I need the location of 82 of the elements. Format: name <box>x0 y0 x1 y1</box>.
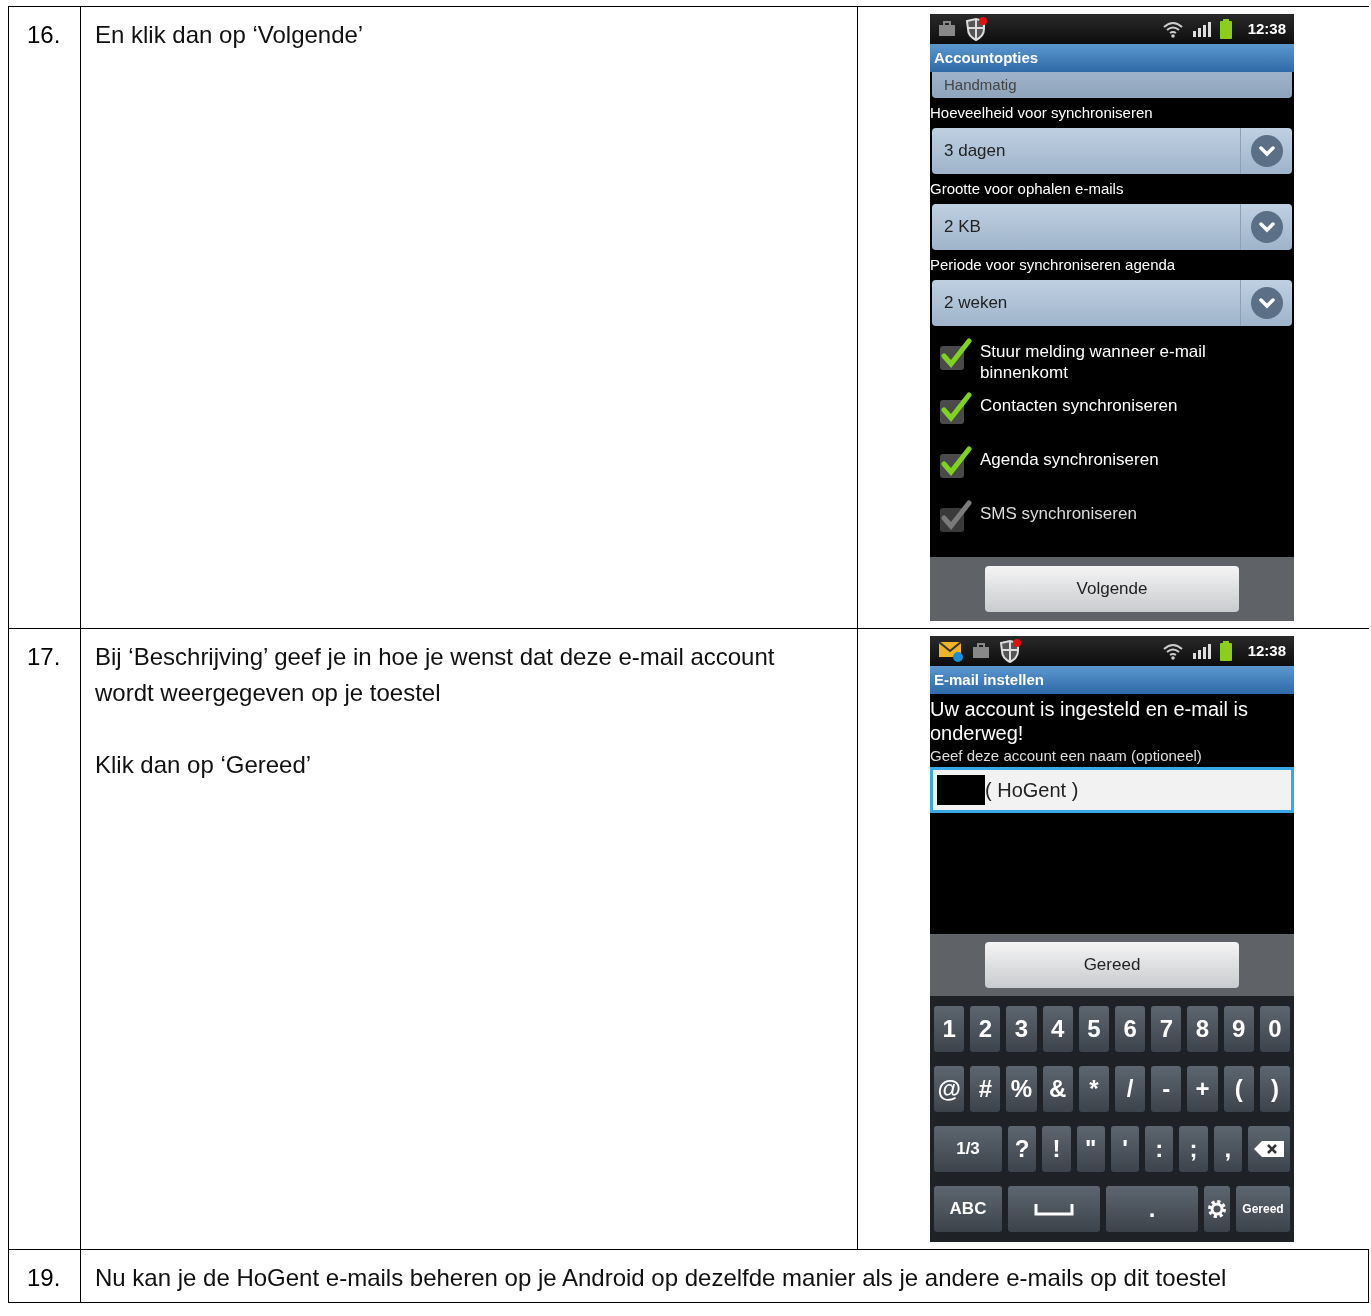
briefcase-icon <box>972 643 990 659</box>
screen-title: E-mail instellen <box>930 666 1294 694</box>
checkbox[interactable] <box>938 392 972 426</box>
setting-label: Grootte voor ophalen e-mails <box>930 179 1125 199</box>
step-number: 16. <box>27 21 61 48</box>
keyboard-key[interactable]: 8 <box>1187 1006 1218 1052</box>
checkbox[interactable] <box>938 338 972 372</box>
keyboard-key[interactable]: : <box>1145 1126 1174 1172</box>
backspace-key[interactable] <box>1247 1126 1290 1172</box>
step-number: 19. <box>27 1264 61 1291</box>
checkbox-label: Contacten synchroniseren <box>980 395 1178 416</box>
shield-icon <box>998 639 1022 663</box>
chevron-down-icon <box>1250 211 1283 243</box>
keyboard-key[interactable]: - <box>1151 1066 1182 1112</box>
keyboard-key[interactable]: 7 <box>1151 1006 1182 1052</box>
keyboard-key[interactable]: / <box>1115 1066 1146 1112</box>
checkbox[interactable] <box>938 446 972 480</box>
field-label: Geef deze account een naam (optioneel) <box>930 746 1203 766</box>
keyboard-key[interactable]: # <box>970 1066 1001 1112</box>
instruction-text: En klik dan op ‘Volgende’ <box>95 20 365 50</box>
dropdown-field[interactable]: 3 dagen <box>932 128 1292 174</box>
keyboard-key[interactable]: @ <box>934 1066 965 1112</box>
keyboard-key[interactable]: . <box>1106 1186 1198 1232</box>
keyboard-key[interactable]: ABC <box>934 1186 1002 1232</box>
settings-key[interactable] <box>1204 1186 1230 1232</box>
step-number: 17. <box>27 643 61 670</box>
wifi-icon <box>1161 20 1184 38</box>
confirmation-message: Uw account is ingesteld en e-mail is onderweg! <box>930 697 1249 745</box>
instruction-text: Bij ‘Beschrijving’ geef je in hoe je wenst dat deze e-mail account wordt weergegeven op je toestel <box>95 642 775 708</box>
space-key[interactable] <box>1008 1186 1100 1232</box>
dropdown-field[interactable]: 2 KB <box>932 204 1292 250</box>
keyboard-key[interactable]: 1 <box>934 1006 965 1052</box>
redaction-block <box>937 775 985 805</box>
keyboard-key[interactable]: , <box>1213 1126 1242 1172</box>
dropdown-field[interactable]: Handmatig <box>932 72 1292 98</box>
checkbox-label: SMS synchroniseren <box>980 503 1137 524</box>
keyboard-key[interactable]: 6 <box>1115 1006 1146 1052</box>
signal-icon <box>1191 21 1212 37</box>
settings-icon <box>1207 1199 1227 1219</box>
keyboard-key[interactable]: % <box>1006 1066 1037 1112</box>
next-button[interactable]: Volgende <box>985 566 1239 612</box>
done-button[interactable]: Gereed <box>985 942 1239 988</box>
wifi-icon <box>1161 642 1184 660</box>
shield-icon <box>964 17 988 41</box>
status-time: 12:38 <box>1247 640 1286 661</box>
keyboard-key[interactable]: 9 <box>1223 1006 1254 1052</box>
checkbox-label: Stuur melding wanneer e-mail binnenkomt <box>980 341 1207 383</box>
keyboard-key[interactable]: ? <box>1008 1126 1037 1172</box>
setting-label: Periode voor synchroniseren agenda <box>930 255 1177 275</box>
status-time: 12:38 <box>1247 18 1286 39</box>
keyboard-key[interactable]: ( <box>1223 1066 1254 1112</box>
instruction-text: Nu kan je de HoGent e-mails beheren op je Android op dezelfde manier als je andere e-mails op dit toestel <box>95 1263 1228 1293</box>
chevron-down-icon <box>1250 135 1283 167</box>
account-name-field[interactable]: ( HoGent ) <box>930 767 1294 813</box>
keyboard-key[interactable]: & <box>1042 1066 1073 1112</box>
setting-label: Hoeveelheid voor synchroniseren <box>930 103 1154 123</box>
keyboard-key[interactable]: " <box>1076 1126 1105 1172</box>
keyboard-key[interactable]: ) <box>1259 1066 1291 1112</box>
dropdown-field[interactable]: 2 weken <box>932 280 1292 326</box>
keyboard-key[interactable]: 5 <box>1078 1006 1109 1052</box>
keyboard-key[interactable]: ! <box>1042 1126 1071 1172</box>
briefcase-icon <box>938 21 956 37</box>
space-icon <box>1034 1202 1074 1216</box>
keyboard-key[interactable]: 2 <box>970 1006 1001 1052</box>
backspace-icon <box>1253 1141 1284 1157</box>
keyboard-key[interactable]: 0 <box>1259 1006 1291 1052</box>
keyboard-key[interactable]: ; <box>1179 1126 1208 1172</box>
instruction-text: Klik dan op ‘Gereed’ <box>95 750 313 780</box>
keyboard-key[interactable]: 1/3 <box>934 1126 1002 1172</box>
envelope-icon <box>938 640 964 662</box>
screen-title: Accountopties <box>930 44 1294 72</box>
keyboard-key[interactable]: ' <box>1110 1126 1140 1172</box>
checkbox-label: Agenda synchroniseren <box>980 449 1159 470</box>
signal-icon <box>1191 643 1212 659</box>
battery-icon <box>1219 19 1232 39</box>
chevron-down-icon <box>1250 287 1283 319</box>
keyboard-key[interactable]: * <box>1078 1066 1109 1112</box>
keyboard-key[interactable]: 3 <box>1006 1006 1037 1052</box>
keyboard-key[interactable]: Gereed <box>1236 1186 1290 1232</box>
keyboard-key[interactable]: 4 <box>1042 1006 1073 1052</box>
keyboard-key[interactable]: + <box>1187 1066 1218 1112</box>
battery-icon <box>1219 641 1232 661</box>
